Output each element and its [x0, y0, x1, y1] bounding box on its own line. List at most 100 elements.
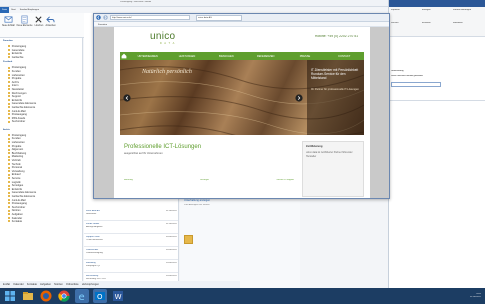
favorites-header[interactable]: Favoriten	[0, 38, 82, 45]
delete-button[interactable]: Löschen	[34, 15, 43, 35]
browser-tab[interactable]: unico data AG	[196, 14, 242, 21]
select-button[interactable]: Markieren	[453, 22, 483, 34]
mail-subject: Newsletter	[86, 212, 97, 215]
svg-text:O: O	[97, 293, 103, 301]
section-subheading: ausgerichtet auf Ihr Unternehmen	[124, 152, 163, 155]
copy-button[interactable]: Kopieren	[391, 9, 421, 21]
favorites-list: Posteingang Gesendete Entwürfe Gelöschte	[0, 45, 82, 59]
word-icon[interactable]: W	[111, 289, 125, 303]
delete-label: Löschen	[34, 25, 44, 27]
bottom-column-title[interactable]: Lösungen	[200, 179, 210, 182]
mail-date: 21.03.2017	[166, 222, 177, 225]
cert-box-title-text: Zertifizierung	[306, 145, 323, 148]
cert-box-text: unico data ist zertifizierter Partner fü…	[306, 151, 353, 158]
archive-folder-list: Posteingang Kunden Lieferanten Projekte Allg…	[0, 134, 82, 224]
reading-pane-hint: Zum Anzeigen hier klicken	[184, 204, 210, 206]
logo-text: unico	[150, 31, 176, 42]
hotline: Hotline: +49 (0) 2202 270 51	[314, 35, 358, 38]
cert-box-title: Zertifizierung	[306, 145, 360, 148]
mail-list-item[interactable]: unico data AG 21.03.2017 Newsletter	[84, 208, 178, 221]
doc-input-box[interactable]	[391, 82, 441, 87]
site-nav-item[interactable]: KONTAKT	[325, 53, 364, 60]
mailbox-header[interactable]: Postfach	[0, 59, 82, 66]
hero-side-subtext: Ihr Partner für professionelle IT-Lösung…	[311, 88, 359, 91]
reply-button[interactable]: Antworten	[45, 15, 56, 35]
reading-pane-text[interactable]: Unterhaltung anzeigen	[184, 199, 210, 202]
new-mail-button[interactable]: Neue E-Mail	[2, 15, 15, 35]
mail-list-item[interactable]: Marketing 19.03.2017 Kampagne Q2	[84, 260, 178, 273]
right-app-window: Kopieren Einfügen Format übertragen Such…	[388, 0, 485, 293]
site-nav-item[interactable]: REFERENZEN	[246, 53, 285, 60]
explorer-icon[interactable]	[21, 289, 35, 303]
delete-icon	[35, 16, 43, 23]
firefox-icon[interactable]	[39, 289, 53, 303]
new-items-button[interactable]: Neue Elemente	[17, 15, 32, 35]
address-bar[interactable]: http://www.unico.de/	[110, 15, 190, 20]
webpage: unico D A T A Hotline: +49 (0) 2202 270 …	[94, 27, 389, 198]
section-heading: Professionelle ICT-Lösungen	[124, 144, 202, 150]
nav-bar-item[interactable]: Kalender	[13, 281, 23, 288]
archive-header[interactable]: Archiv	[0, 127, 82, 134]
mail-list-item[interactable]: Support Team 20.03.2017 Ticket aktualisier…	[84, 234, 178, 247]
site-nav-item[interactable]: LEISTUNGEN	[167, 53, 206, 60]
hero-image: Natürlich persönlich IT-Dienstleister mi…	[120, 60, 364, 135]
browser-toolbar: http://www.unico.de/ unico data AG	[94, 14, 389, 22]
find-button[interactable]: Suchen	[391, 22, 421, 34]
site-nav: UNTERNEHMEN LEISTUNGEN BRANCHEN REFERENZEN P…	[120, 52, 364, 60]
mail-list-item[interactable]: Lieferant AG 20.03.2017 Lieferbestätigung	[84, 247, 178, 260]
site-nav-item[interactable]: BRANCHEN	[207, 53, 246, 60]
doc-divider	[389, 100, 485, 101]
window-title: Posteingang - Microsoft Outlook	[120, 1, 152, 3]
browser-tab-title: unico data AG	[198, 16, 212, 19]
svg-text:W: W	[115, 293, 122, 301]
site-logo[interactable]: unico D A T A	[150, 31, 175, 45]
new-mail-label: Neue E-Mail	[2, 25, 15, 27]
new-items-icon	[21, 15, 28, 24]
replace-button[interactable]: Ersetzen	[422, 22, 452, 34]
outlook-icon[interactable]: O	[93, 289, 107, 303]
forward-icon[interactable]	[103, 15, 108, 20]
start-icon[interactable]	[3, 289, 17, 303]
nav-bar-item[interactable]: Ordnerliste	[66, 281, 79, 288]
mail-subject: Lieferbestätigung	[86, 251, 103, 254]
hero-prev-icon[interactable]	[123, 94, 131, 102]
nav-bar-item[interactable]: Notizen	[54, 281, 63, 288]
folder-item[interactable]: Suchordner	[0, 120, 82, 124]
chrome-icon[interactable]	[57, 289, 71, 303]
mail-date: 20.03.2017	[166, 248, 177, 251]
nav-bar-item[interactable]: Kontakte	[27, 281, 37, 288]
back-icon[interactable]	[96, 15, 101, 20]
format-painter-button[interactable]: Format übertragen	[453, 9, 483, 21]
svg-text:e: e	[79, 292, 85, 303]
home-icon[interactable]	[120, 52, 128, 60]
nav-bar-item[interactable]: E-Mail	[3, 281, 10, 288]
folder-list: Posteingang Kunden Lieferanten Projekte Arch…	[0, 66, 82, 124]
archive-folder-item[interactable]: Kontakte	[0, 220, 82, 224]
ie-icon[interactable]: e	[75, 289, 89, 303]
hero-next-icon[interactable]	[295, 94, 303, 102]
site-nav-item[interactable]: PRESSE	[285, 53, 324, 60]
clock-date[interactable]: 21.03.2017	[470, 296, 481, 299]
bottom-column-title[interactable]: Beratung	[124, 179, 133, 182]
reading-pane: Unterhaltung anzeigen Zum Anzeigen hier …	[180, 195, 300, 293]
paste-button[interactable]: Einfügen	[422, 9, 452, 21]
mail-date: 19.03.2017	[166, 261, 177, 264]
mail-subject: Kampagne Q2	[86, 264, 101, 267]
system-tray: 21:41 21.03.2017	[470, 293, 485, 299]
mail-list-item[interactable]: Kunde GmbH 21.03.2017 Anfrage Angebot	[84, 221, 178, 234]
favorites-bar-label[interactable]: Favoriten	[94, 24, 107, 26]
nav-bar-item[interactable]: Verknüpfungen	[82, 281, 99, 288]
mail-subject: Anfrage Angebot	[86, 225, 103, 228]
attachment-thumbnail[interactable]	[184, 235, 193, 244]
bottom-columns: Beratung Lösungen Service & Support	[124, 179, 294, 182]
hero-side-text: IT-Dienstleister mit Persönlichkeit Rund…	[311, 68, 359, 80]
logo-subtext: D A T A	[159, 42, 176, 45]
mail-date: 20.03.2017	[166, 235, 177, 238]
site-nav-items: UNTERNEHMEN LEISTUNGEN BRANCHEN REFERENZEN P…	[128, 53, 364, 60]
navigation-pane: Favoriten Posteingang Gesendete Entwürfe Ge…	[0, 38, 83, 293]
mail-date: 19.03.2017	[166, 274, 177, 277]
bottom-column-title[interactable]: Service & Support	[276, 179, 294, 182]
outlook-status-items: E-Mail Kalender Kontakte Aufgaben Notizen Ord…	[0, 281, 240, 288]
nav-bar-item[interactable]: Aufgaben	[40, 281, 51, 288]
site-nav-item[interactable]: UNTERNEHMEN	[128, 53, 167, 60]
